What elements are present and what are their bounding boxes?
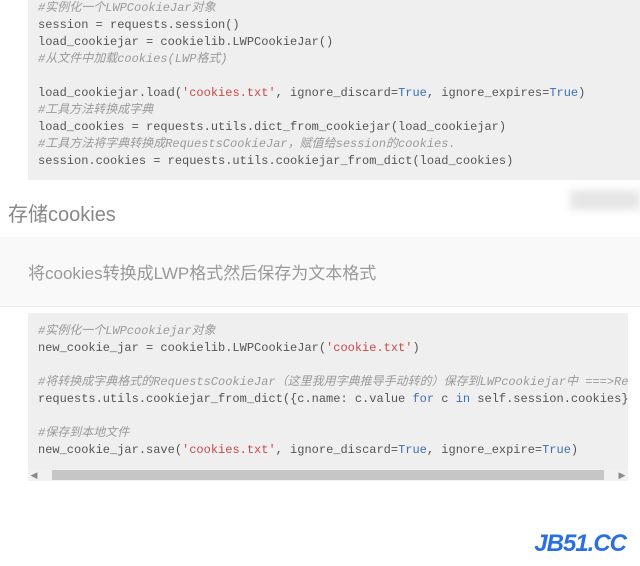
code-line: new_cookie_jar.save('cookies.txt', ignor…	[38, 442, 618, 459]
scroll-left-icon[interactable]: ◀	[28, 469, 40, 481]
code-block-save: #实例化一个LWPcookiejar对象 new_cookie_jar = co…	[28, 313, 628, 469]
section-heading: 存储cookies	[0, 180, 640, 237]
blur-overlay	[570, 190, 640, 210]
code-line	[38, 408, 618, 425]
code-comment: #工具方法将字典转换成RequestsCookieJar，赋值给session的…	[38, 136, 640, 153]
scroll-thumb[interactable]	[52, 470, 604, 480]
code-comment: #从文件中加载cookies(LWP格式)	[38, 51, 640, 68]
horizontal-scrollbar[interactable]: ◀ ▶	[28, 469, 628, 481]
code-line	[38, 357, 618, 374]
code-comment: #保存到本地文件	[38, 425, 618, 442]
code-comment: #将转换成字典格式的RequestsCookieJar（这里我用字典推导手动转的…	[38, 374, 618, 391]
code-block-load: #实例化一个LWPCookieJar对象 session = requests.…	[28, 0, 640, 180]
code-line: load_cookiejar = cookielib.LWPCookieJar(…	[38, 34, 640, 51]
code-comment: #实例化一个LWPCookieJar对象	[38, 0, 640, 17]
code-line: requests.utils.cookiejar_from_dict({c.na…	[38, 391, 618, 408]
code-comment: #工具方法转换成字典	[38, 102, 640, 119]
code-line: load_cookiejar.load('cookies.txt', ignor…	[38, 85, 640, 102]
code-line	[38, 68, 640, 85]
code-line: load_cookies = requests.utils.dict_from_…	[38, 119, 640, 136]
code-line: session = requests.session()	[38, 17, 640, 34]
code-comment: #实例化一个LWPcookiejar对象	[38, 323, 618, 340]
code-line: new_cookie_jar = cookielib.LWPCookieJar(…	[38, 340, 618, 357]
scroll-right-icon[interactable]: ▶	[616, 469, 628, 481]
section-subheading: 将cookies转换成LWP格式然后保存为文本格式	[0, 237, 640, 307]
watermark-logo: JB51.CC	[534, 530, 626, 558]
code-line: session.cookies = requests.utils.cookiej…	[38, 153, 640, 170]
